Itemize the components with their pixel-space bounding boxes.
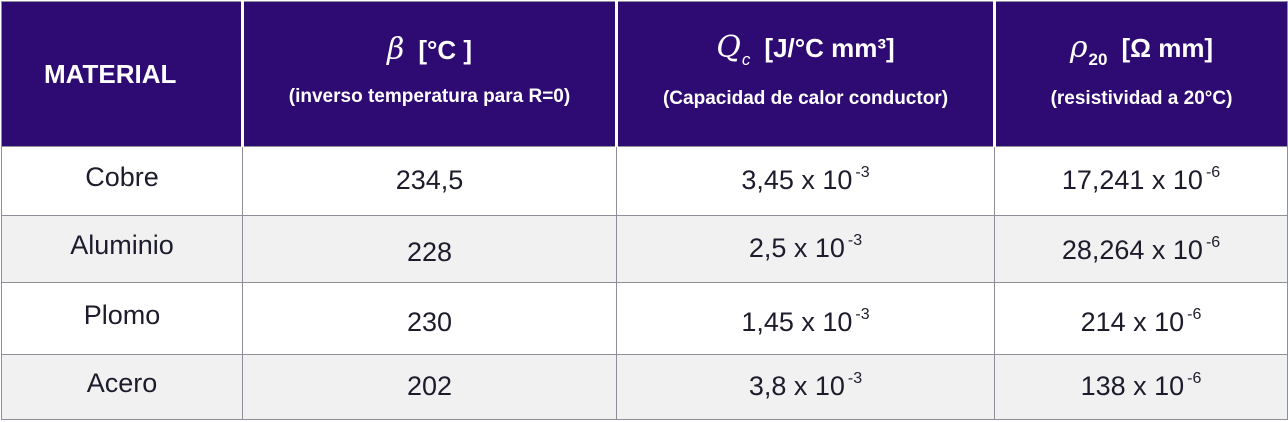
rho-exponent: -6	[1205, 164, 1221, 182]
cell-rho: 28,264 x 10 -6	[994, 214, 1288, 283]
qc-mantissa: 3,8 x 10	[748, 371, 845, 402]
qc-symbol: Q	[716, 30, 741, 65]
qc-exponent: -3	[847, 232, 863, 250]
qc-exponent: -3	[855, 305, 870, 323]
cell-material: Plomo	[1, 281, 243, 355]
cell-qc: 3,45 x 10 -3	[616, 146, 995, 216]
table-row: Cobre 234,5 3,45 x 10 -3 17,241 x 10 -6	[1, 146, 1288, 216]
rho-description: (resistividad a 20°C)	[1050, 88, 1233, 109]
header-material-label: MATERIAL	[44, 59, 177, 89]
beta-symbol: β	[386, 32, 405, 67]
rho-exponent: -6	[1187, 370, 1202, 388]
cell-qc: 3,8 x 10 -3	[616, 353, 995, 420]
header-beta: β [°C ] (inverso temperatura para R=0)	[241, 1, 617, 147]
rho-mantissa: 17,241 x 10	[1061, 165, 1203, 196]
rho-mantissa: 214 x 10	[1080, 306, 1185, 337]
qc-mantissa: 1,45 x 10	[741, 306, 853, 337]
qc-mantissa: 3,45 x 10	[741, 165, 853, 196]
cell-beta: 202	[242, 353, 617, 420]
cell-rho: 214 x 10 -6	[994, 281, 1288, 355]
cell-material: Aluminio	[1, 214, 243, 283]
table-row: Plomo 230 1,45 x 10 -3 214 x 10 -6	[1, 281, 1288, 355]
cell-qc: 2,5 x 10 -3	[616, 214, 995, 283]
qc-exponent: -3	[847, 370, 863, 388]
rho-exponent: -6	[1187, 305, 1202, 323]
beta-unit: [°C ]	[418, 35, 473, 65]
table-row: Aluminio 228 2,5 x 10 -3 28,264 x 10 -6	[1, 214, 1288, 283]
qc-exponent: -3	[855, 164, 870, 182]
cell-beta: 234,5	[242, 146, 617, 216]
header-row: MATERIAL β [°C ] (inverso temperatura par…	[1, 1, 1288, 147]
header-rho: ρ20 [Ω mm] (resistividad a 20°C)	[993, 1, 1288, 147]
cell-beta: 228	[242, 214, 617, 283]
header-material: MATERIAL	[1, 1, 243, 147]
qc-mantissa: 2,5 x 10	[748, 233, 845, 264]
qc-unit: [J/°C mm³]	[764, 33, 895, 63]
cell-beta: 230	[242, 281, 617, 355]
rho-mantissa: 138 x 10	[1080, 371, 1185, 402]
properties-table-container: MATERIAL β [°C ] (inverso temperatura par…	[0, 0, 1288, 422]
cell-rho: 138 x 10 -6	[994, 353, 1288, 420]
material-properties-table: MATERIAL β [°C ] (inverso temperatura par…	[1, 1, 1288, 420]
cell-qc: 1,45 x 10 -3	[616, 281, 995, 355]
rho-unit: [Ω mm]	[1121, 33, 1214, 63]
cell-rho: 17,241 x 10 -6	[994, 146, 1288, 216]
qc-description: (Capacidad de calor conductor)	[662, 88, 949, 109]
table-row: Acero 202 3,8 x 10 -3 138 x 10 -6	[1, 353, 1288, 420]
cell-material: Cobre	[1, 146, 243, 216]
header-qc: Qc [J/°C mm³] (Capacidad de calor conduct…	[615, 1, 995, 147]
qc-subscript: c	[741, 50, 751, 69]
rho-mantissa: 28,264 x 10	[1061, 235, 1203, 266]
beta-description: (inverso temperatura para R=0)	[288, 86, 571, 107]
cell-material: Acero	[1, 353, 243, 420]
rho-symbol: ρ	[1069, 30, 1088, 65]
rho-exponent: -6	[1205, 234, 1221, 252]
rho-subscript: 20	[1088, 50, 1108, 69]
